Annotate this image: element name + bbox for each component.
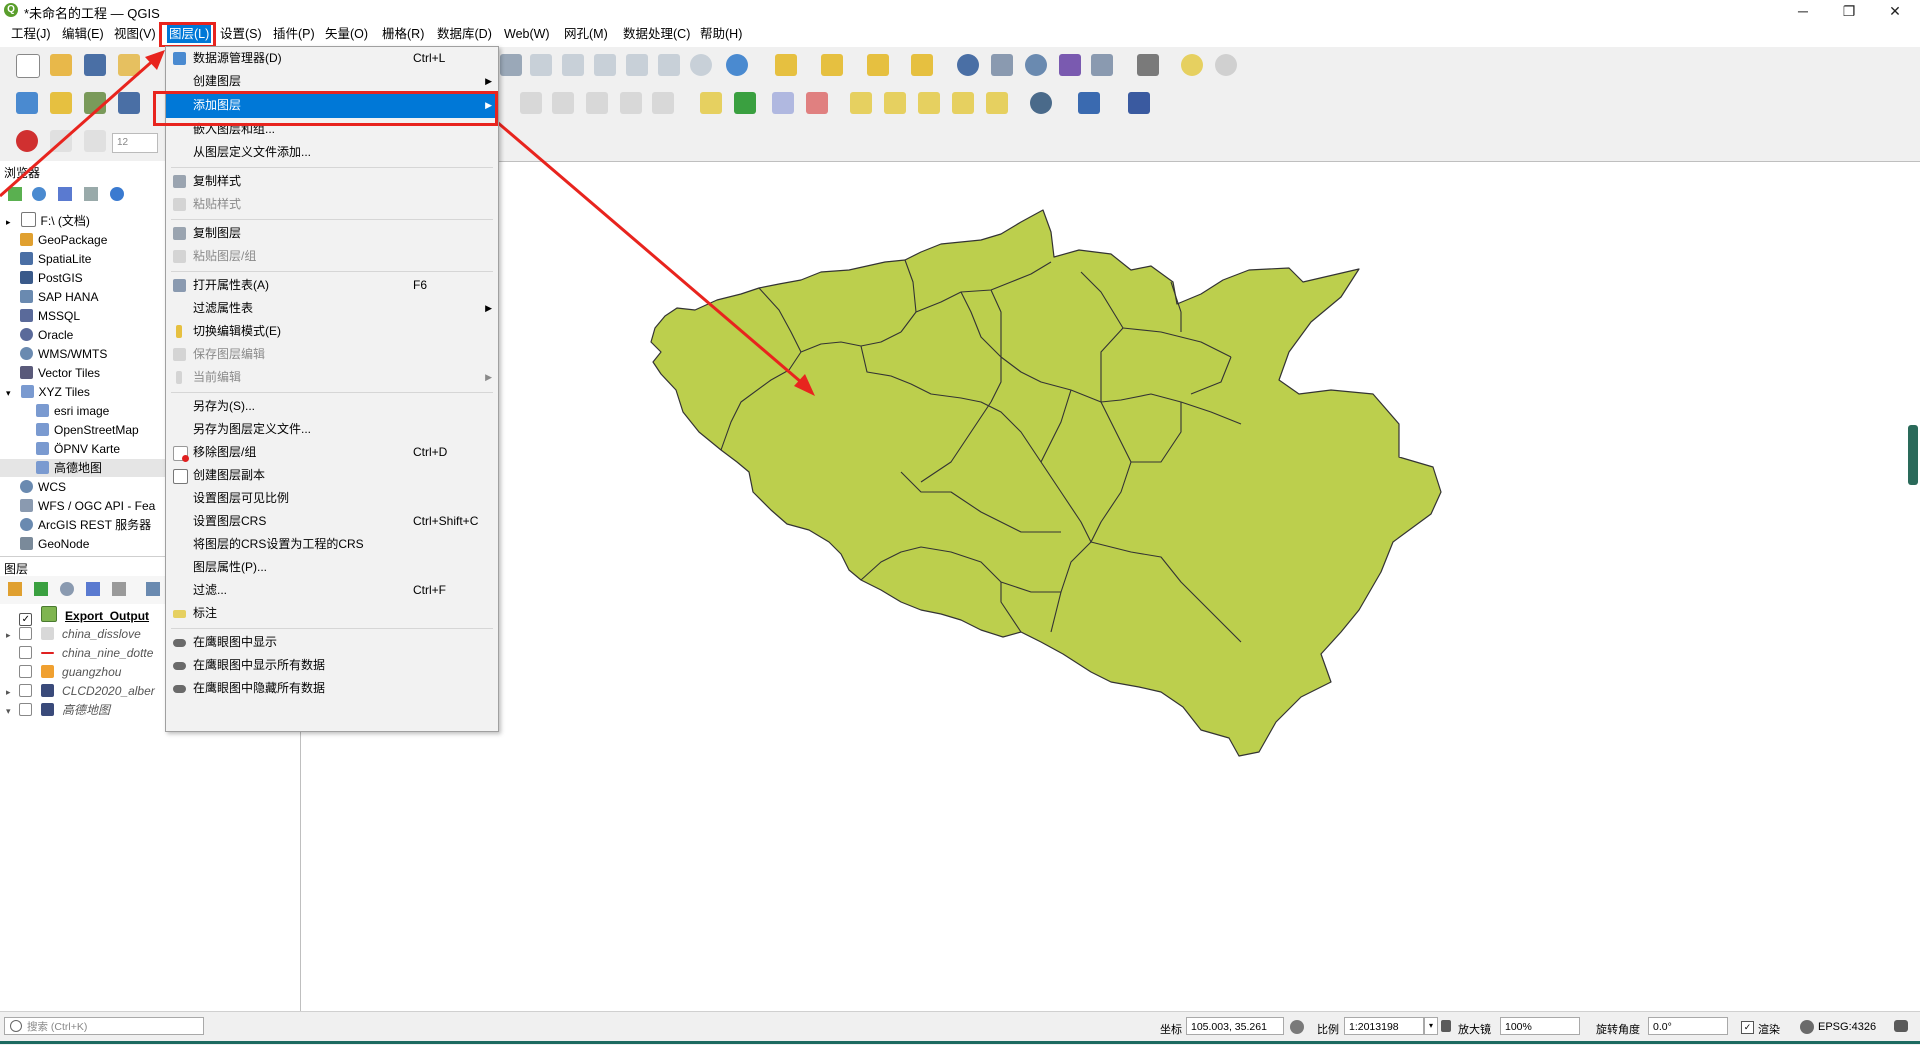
current-edits-icon bbox=[176, 371, 182, 384]
menu-item-save-as-definition[interactable]: 另存为图层定义文件... bbox=[166, 418, 498, 441]
menu-item-set-project-crs-from-layer[interactable]: 将图层的CRS设置为工程的CRS bbox=[166, 533, 498, 556]
menu-separator bbox=[171, 392, 493, 393]
menu-item-open-attribute-table[interactable]: 打开属性表(A) F6 bbox=[166, 274, 498, 297]
copy-layer-icon bbox=[173, 227, 186, 240]
menu-separator bbox=[171, 219, 493, 220]
menu-item-duplicate-layer[interactable]: 创建图层副本 bbox=[166, 464, 498, 487]
overview-show-icon bbox=[173, 639, 186, 647]
menu-item-paste-style: 粘贴样式 bbox=[166, 193, 498, 216]
locator-search-input[interactable]: 搜索 (Ctrl+K) bbox=[4, 1017, 204, 1035]
menu-separator bbox=[171, 628, 493, 629]
coordinate-label: 坐标 bbox=[1160, 1024, 1182, 1036]
rotation-spinbox[interactable]: 0.0° bbox=[1648, 1017, 1728, 1035]
layer-menu-dropdown: 数据源管理器(D) Ctrl+L 创建图层 ▶ 添加图层 ▶ 嵌入图层和组... 从图… bbox=[165, 46, 499, 732]
render-label: 渲染 bbox=[1758, 1024, 1780, 1036]
magnifier-spinbox[interactable]: 100% bbox=[1500, 1017, 1580, 1035]
menu-item-filter-attribute-table[interactable]: 过滤属性表 ▶ bbox=[166, 297, 498, 320]
copy-style-icon bbox=[173, 175, 186, 188]
magnifier-label: 放大镜 bbox=[1458, 1024, 1491, 1036]
submenu-arrow-icon: ▶ bbox=[485, 372, 492, 382]
duplicate-layer-icon bbox=[173, 469, 188, 484]
remove-layer-icon bbox=[173, 446, 189, 462]
save-edits-icon bbox=[173, 348, 186, 361]
highlight-box-add-layer bbox=[153, 91, 498, 126]
menu-item-copy-layer[interactable]: 复制图层 bbox=[166, 222, 498, 245]
menu-item-paste-layer: 粘贴图层/组 bbox=[166, 245, 498, 268]
overview-show-all-icon bbox=[173, 662, 186, 670]
scale-dropdown-chevron-icon[interactable]: ▾ bbox=[1424, 1017, 1438, 1035]
submenu-arrow-icon: ▶ bbox=[485, 76, 492, 86]
datasource-manager-icon bbox=[173, 52, 186, 65]
menu-separator bbox=[171, 271, 493, 272]
status-bar: 搜索 (Ctrl+K) 坐标 105.003, 35.261 比例 1:2013… bbox=[0, 1011, 1920, 1045]
messages-icon[interactable] bbox=[1894, 1020, 1908, 1032]
scale-label: 比例 bbox=[1317, 1024, 1339, 1036]
menu-item-current-edits: 当前编辑 ▶ bbox=[166, 366, 498, 389]
paste-layer-icon bbox=[173, 250, 186, 263]
menu-item-datasource-manager[interactable]: 数据源管理器(D) Ctrl+L bbox=[166, 47, 498, 70]
paste-style-icon bbox=[173, 198, 186, 211]
coordinate-input[interactable]: 105.003, 35.261 bbox=[1186, 1017, 1284, 1035]
menu-item-layer-properties[interactable]: 图层属性(P)... bbox=[166, 556, 498, 579]
menu-item-hide-all-from-overview[interactable]: 在鹰眼图中隐藏所有数据 bbox=[166, 677, 498, 700]
overview-hide-all-icon bbox=[173, 685, 186, 693]
menu-item-labeling[interactable]: 标注 bbox=[166, 602, 498, 625]
menu-item-remove-layer[interactable]: 移除图层/组 Ctrl+D bbox=[166, 441, 498, 464]
menu-item-show-in-overview[interactable]: 在鹰眼图中显示 bbox=[166, 631, 498, 654]
menu-item-set-scale-visibility[interactable]: 设置图层可见比例 bbox=[166, 487, 498, 510]
lock-scale-icon[interactable] bbox=[1441, 1020, 1451, 1032]
menu-separator bbox=[171, 167, 493, 168]
menu-item-copy-style[interactable]: 复制样式 bbox=[166, 170, 498, 193]
render-checkbox[interactable]: ✓ bbox=[1741, 1021, 1754, 1034]
menu-item-add-from-definition[interactable]: 从图层定义文件添加... bbox=[166, 141, 498, 164]
crs-status[interactable]: EPSG:4326 bbox=[1818, 1021, 1876, 1033]
side-dock-handle[interactable] bbox=[1908, 425, 1918, 485]
crs-globe-icon[interactable] bbox=[1800, 1020, 1814, 1034]
menu-item-filter[interactable]: 过滤... Ctrl+F bbox=[166, 579, 498, 602]
attribute-table-icon bbox=[173, 279, 186, 292]
pencil-icon bbox=[176, 325, 182, 338]
search-icon bbox=[10, 1020, 22, 1032]
toggle-extents-icon[interactable] bbox=[1290, 1020, 1304, 1034]
submenu-arrow-icon: ▶ bbox=[485, 303, 492, 313]
scale-combobox[interactable]: 1:2013198 bbox=[1344, 1017, 1424, 1035]
menu-item-save-as[interactable]: 另存为(S)... bbox=[166, 395, 498, 418]
menu-item-save-edits: 保存图层编辑 bbox=[166, 343, 498, 366]
menu-item-create-layer[interactable]: 创建图层 ▶ bbox=[166, 70, 498, 93]
menu-item-show-all-in-overview[interactable]: 在鹰眼图中显示所有数据 bbox=[166, 654, 498, 677]
label-icon bbox=[173, 610, 186, 618]
menu-item-toggle-editing[interactable]: 切换编辑模式(E) bbox=[166, 320, 498, 343]
rotation-label: 旋转角度 bbox=[1596, 1024, 1640, 1036]
menu-item-set-layer-crs[interactable]: 设置图层CRS Ctrl+Shift+C bbox=[166, 510, 498, 533]
